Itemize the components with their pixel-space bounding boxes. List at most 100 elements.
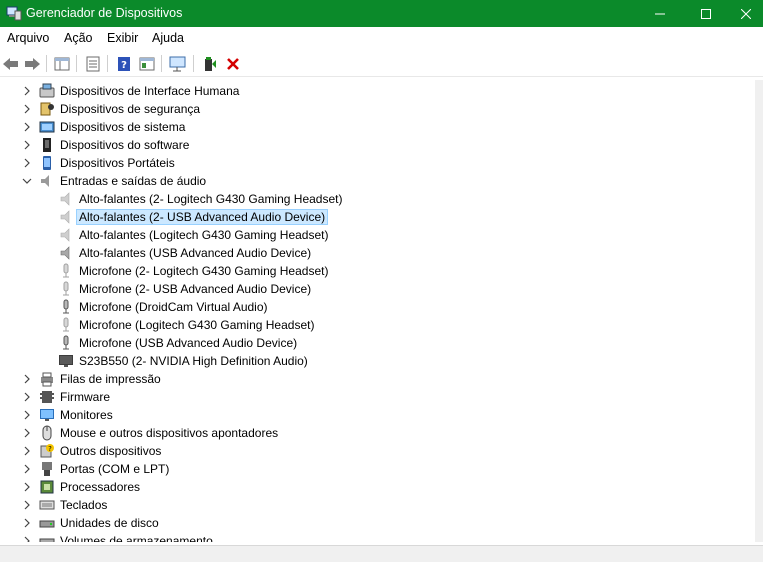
chevron-right-icon[interactable] [21,373,33,385]
tree-item-label[interactable]: Portas (COM e LPT) [57,462,172,476]
enable-device-button[interactable] [200,54,220,74]
tree-item-label[interactable]: Filas de impressão [57,372,164,386]
tree-item-label[interactable]: Dispositivos de segurança [57,102,203,116]
tree-category-item[interactable]: Unidades de disco [0,514,755,532]
tree-category-item[interactable]: Teclados [0,496,755,514]
tree-child-item[interactable]: Microfone (2- Logitech G430 Gaming Heads… [0,262,755,280]
tree-child-item[interactable]: Microfone (DroidCam Virtual Audio) [0,298,755,316]
tree-item-label[interactable]: Alto-falantes (2- Logitech G430 Gaming H… [76,192,345,206]
port-icon [42,462,52,476]
tree-category-item[interactable]: Firmware [0,388,755,406]
scan-hardware-button[interactable] [168,54,188,74]
tree-item-label[interactable]: Dispositivos de Interface Humana [57,84,242,98]
tree-item-label[interactable]: Outros dispositivos [57,444,164,458]
tree-child-item[interactable]: S23B550 (2- NVIDIA High Definition Audio… [0,352,755,370]
menu-ajuda[interactable]: Ajuda [152,31,184,45]
forward-button[interactable] [22,54,42,74]
chevron-right-icon[interactable] [21,121,33,133]
tree-item-label[interactable]: Alto-falantes (Logitech G430 Gaming Head… [76,228,331,242]
tree-item-label[interactable]: Dispositivos Portáteis [57,156,178,170]
tree-item-label[interactable]: Microfone (DroidCam Virtual Audio) [76,300,271,314]
device-manager-app-icon [6,6,22,21]
close-icon [741,8,751,19]
mouse-icon [42,425,52,441]
tree-item-label[interactable]: Unidades de disco [57,516,162,530]
tree-item-label[interactable]: Microfone (Logitech G430 Gaming Headset) [76,318,317,332]
toolbar-separator [161,55,162,72]
vertical-scrollbar[interactable] [755,80,763,542]
tree-item-label[interactable]: Microfone (USB Advanced Audio Device) [76,336,300,350]
tree-category-item[interactable]: Entradas e saídas de áudio [0,172,755,190]
help-icon: ? [118,57,130,71]
chevron-right-icon[interactable] [21,139,33,151]
software-device-icon [43,138,51,152]
chevron-right-icon[interactable] [21,517,33,529]
tree-item-label[interactable]: Processadores [57,480,143,494]
tree-category-item[interactable]: Dispositivos de sistema [0,118,755,136]
chevron-right-icon[interactable] [21,463,33,475]
tree-category-item[interactable]: ? Outros dispositivos [0,442,755,460]
uninstall-device-button[interactable] [223,54,243,74]
chevron-right-icon[interactable] [21,535,33,542]
chevron-down-icon[interactable] [21,175,33,187]
tree-item-label[interactable]: Teclados [57,498,110,512]
properties-view-button[interactable] [52,54,72,74]
tree-item-label[interactable]: Mouse e outros dispositivos apontadores [57,426,281,440]
microphone-icon [63,263,69,278]
tree-category-item[interactable]: Dispositivos Portáteis [0,154,755,172]
chevron-right-icon[interactable] [21,481,33,493]
tree-child-item[interactable]: Microfone (2- USB Advanced Audio Device) [0,280,755,298]
tree-category-item[interactable]: Processadores [0,478,755,496]
menu-exibir[interactable]: Exibir [107,31,138,45]
tree-item-label[interactable]: Microfone (2- Logitech G430 Gaming Heads… [76,264,331,278]
minimize-button[interactable] [637,0,683,27]
tree-child-item[interactable]: Microfone (Logitech G430 Gaming Headset) [0,316,755,334]
tree-item-label[interactable]: Alto-falantes (2- USB Advanced Audio Dev… [76,209,329,225]
chevron-right-icon[interactable] [21,157,33,169]
tree-item-label[interactable]: S23B550 (2- NVIDIA High Definition Audio… [76,354,311,368]
tree-item-label[interactable]: Dispositivos de sistema [57,120,188,134]
tree-category-item[interactable]: Volumes de armazenamento [0,532,755,542]
back-button[interactable] [1,54,21,74]
tree-child-item[interactable]: Alto-falantes (Logitech G430 Gaming Head… [0,226,755,244]
tree-child-item[interactable]: Alto-falantes (2- USB Advanced Audio Dev… [0,208,755,226]
chevron-right-icon[interactable] [21,427,33,439]
maximize-icon [701,8,711,19]
chevron-right-icon[interactable] [21,409,33,421]
toolbar-separator [76,55,77,72]
close-button[interactable] [729,0,763,27]
list-icon [86,56,100,72]
scrollbar-thumb[interactable] [756,80,762,542]
menu-acao[interactable]: Ação [64,31,93,45]
help-button[interactable]: ? [114,54,134,74]
tree-category-item[interactable]: Dispositivos do software [0,136,755,154]
tree-category-item[interactable]: Filas de impressão [0,370,755,388]
tree-item-label[interactable]: Microfone (2- USB Advanced Audio Device) [76,282,314,296]
chevron-right-icon[interactable] [21,103,33,115]
tree-item-label[interactable]: Volumes de armazenamento [57,534,216,542]
printer-icon [41,372,53,387]
tree-category-item[interactable]: Dispositivos de Interface Humana [0,82,755,100]
tree-item-label[interactable]: Firmware [57,390,113,404]
tree-item-label[interactable]: Dispositivos do software [57,138,192,152]
chevron-right-icon[interactable] [21,391,33,403]
tree-child-item[interactable]: Alto-falantes (USB Advanced Audio Device… [0,244,755,262]
menu-arquivo[interactable]: Arquivo [7,31,49,45]
tree-child-item[interactable]: Microfone (USB Advanced Audio Device) [0,334,755,352]
tree-category-item[interactable]: Monitores [0,406,755,424]
tree-item-label[interactable]: Alto-falantes (USB Advanced Audio Device… [76,246,314,260]
tree-category-item[interactable]: Portas (COM e LPT) [0,460,755,478]
tree-item-label[interactable]: Entradas e saídas de áudio [57,174,209,188]
update-driver-button[interactable] [137,54,157,74]
tree-category-item[interactable]: Mouse e outros dispositivos apontadores [0,424,755,442]
maximize-button[interactable] [683,0,729,27]
tree-child-item[interactable]: Alto-falantes (2- Logitech G430 Gaming H… [0,190,755,208]
tree-item-label[interactable]: Monitores [57,408,116,422]
chevron-right-icon[interactable] [21,85,33,97]
status-bar [0,545,763,562]
list-button[interactable] [83,54,103,74]
microphone-icon [63,335,69,350]
chevron-right-icon[interactable] [21,499,33,511]
chevron-right-icon[interactable] [21,445,33,457]
tree-category-item[interactable]: Dispositivos de segurança [0,100,755,118]
